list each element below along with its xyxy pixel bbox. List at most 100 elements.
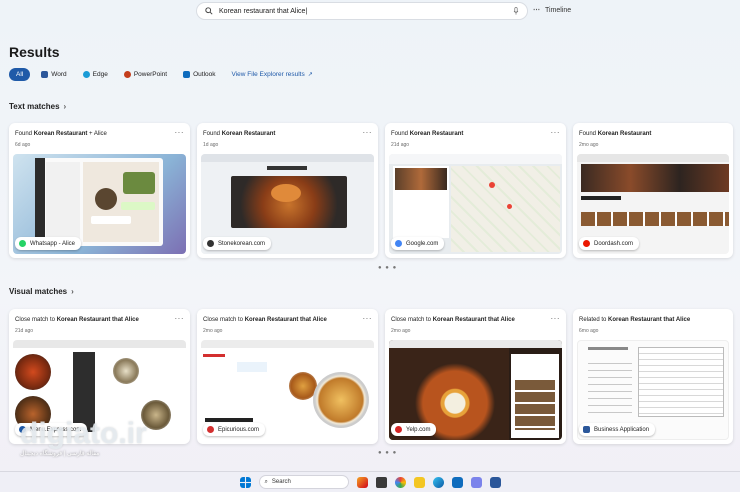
link-label: View File Explorer results: [231, 71, 305, 78]
epicurious-icon: [207, 426, 214, 433]
filter-edge[interactable]: Edge: [78, 69, 113, 80]
filter-label: Edge: [92, 71, 108, 78]
card-date: 1d ago: [203, 142, 219, 148]
yelp-icon: [395, 426, 402, 433]
card-date: 21d ago: [391, 142, 410, 148]
search-bar[interactable]: Korean restaurant that Alice|: [196, 2, 528, 20]
filter-label: All: [16, 71, 24, 78]
search-input[interactable]: Korean restaurant that Alice|: [219, 8, 513, 15]
result-card[interactable]: Related to Korean Restaurant that Alice …: [573, 309, 733, 444]
filter-outlook[interactable]: Outlook: [178, 69, 220, 80]
source-label: Epicurious.com: [218, 426, 260, 433]
widgets-icon[interactable]: [356, 476, 368, 488]
timeline-button[interactable]: ⋯ Timeline: [533, 6, 572, 15]
watermark-tagline: مقاله فارسی | فروشگاه دیجیتال: [20, 451, 100, 457]
powerpoint-icon: [123, 71, 131, 78]
filter-word[interactable]: Word: [36, 69, 71, 80]
card-title: Found Korean Restaurant: [579, 131, 652, 137]
edge-icon: [82, 71, 90, 78]
card-title: Close match to Korean Restaurant that Al…: [15, 317, 139, 323]
result-card[interactable]: Close match to Korean Restaurant that Al…: [197, 309, 378, 444]
filter-label: Outlook: [193, 71, 216, 78]
card-title: Close match to Korean Restaurant that Al…: [203, 317, 327, 323]
word-icon[interactable]: [489, 476, 501, 488]
doordash-icon: [583, 240, 590, 247]
more-options-icon[interactable]: ···: [175, 129, 185, 137]
view-file-explorer-link[interactable]: View File Explorer results ↗: [227, 69, 318, 80]
more-dots-icon: ⋯: [533, 7, 541, 14]
website-icon: [207, 240, 214, 247]
source-pill[interactable]: Yelp.com: [391, 423, 437, 436]
page-title: Results: [9, 44, 60, 60]
card-date: 2mo ago: [579, 142, 599, 148]
chevron-right-icon: ›: [71, 287, 74, 296]
card-date: 2mo ago: [391, 328, 411, 334]
more-options-icon[interactable]: ···: [551, 129, 561, 137]
whatsapp-icon: [19, 240, 26, 247]
taskbar-search[interactable]: ⌕ Search: [258, 475, 349, 489]
more-options-icon[interactable]: ···: [363, 315, 373, 323]
result-card[interactable]: Found Korean Restaurant 1d ago ··· Stone…: [197, 123, 378, 258]
outlook-icon: [183, 71, 191, 78]
card-title: Close match to Korean Restaurant that Al…: [391, 317, 515, 323]
microphone-icon[interactable]: [513, 7, 519, 15]
teams-icon[interactable]: [470, 476, 482, 488]
external-link-icon: ↗: [307, 72, 313, 78]
search-icon: ⌕: [264, 478, 268, 485]
source-label: Business Application: [594, 426, 650, 433]
source-pill[interactable]: Business Application: [579, 423, 656, 436]
source-pill[interactable]: Whatsapp - Alice: [15, 237, 82, 250]
task-view-icon[interactable]: [375, 476, 387, 488]
search-icon: [205, 7, 213, 15]
filter-bar: All Word Edge PowerPoint Outlook View Fi…: [9, 68, 318, 81]
pagination-dots[interactable]: ● ● ●: [378, 265, 397, 271]
filter-label: PowerPoint: [133, 71, 168, 78]
result-card[interactable]: Found Korean Restaurant 2mo ago Doordash…: [573, 123, 733, 258]
source-label: Google.com: [406, 240, 439, 247]
windows-start-icon[interactable]: [239, 476, 251, 488]
edge-icon[interactable]: [432, 476, 444, 488]
card-date: 6mo ago: [579, 328, 599, 334]
more-options-icon[interactable]: ···: [175, 315, 185, 323]
card-title: Related to Korean Restaurant that Alice: [579, 317, 691, 323]
filter-powerpoint[interactable]: PowerPoint: [119, 69, 172, 80]
digiato-watermark: digiato.ir مقاله فارسی | فروشگاه دیجیتال: [20, 417, 147, 458]
card-title: Found Korean Restaurant + Alice: [15, 131, 107, 137]
result-card[interactable]: Found Korean Restaurant 21d ago ··· Goog…: [385, 123, 566, 258]
section-title: Text matches: [9, 102, 60, 111]
more-options-icon[interactable]: ···: [551, 315, 561, 323]
filter-label: Word: [51, 71, 67, 78]
source-label: Whatsapp - Alice: [30, 240, 76, 247]
source-pill[interactable]: Epicurious.com: [203, 423, 266, 436]
source-label: Doordash.com: [594, 240, 634, 247]
more-options-icon[interactable]: ···: [363, 129, 373, 137]
file-explorer-icon[interactable]: [413, 476, 425, 488]
result-card[interactable]: Found Korean Restaurant + Alice 6d ago ·…: [9, 123, 190, 258]
chrome-icon[interactable]: [394, 476, 406, 488]
card-title: Found Korean Restaurant: [391, 131, 464, 137]
section-title: Visual matches: [9, 287, 68, 296]
text-matches-row: Found Korean Restaurant + Alice 6d ago ·…: [9, 123, 733, 258]
chevron-right-icon: ›: [63, 102, 67, 111]
card-date: 2mo ago: [203, 328, 223, 334]
source-pill[interactable]: Stonekorean.com: [203, 237, 272, 250]
source-pill[interactable]: Google.com: [391, 237, 445, 250]
text-matches-heading[interactable]: Text matches ›: [9, 102, 66, 111]
visual-matches-heading[interactable]: Visual matches ›: [9, 287, 74, 296]
taskbar: ⌕ Search: [0, 471, 740, 492]
card-date: 21d ago: [15, 328, 34, 334]
location-pin-icon: [395, 240, 402, 247]
word-icon: [41, 71, 49, 78]
taskbar-search-label: Search: [271, 479, 291, 485]
pagination-dots[interactable]: ● ● ●: [378, 450, 397, 456]
result-card[interactable]: Close match to Korean Restaurant that Al…: [385, 309, 566, 444]
card-date: 6d ago: [15, 142, 31, 148]
watermark-logo: digiato.ir: [20, 417, 147, 450]
source-label: Stonekorean.com: [218, 240, 266, 247]
timeline-label: Timeline: [545, 6, 572, 14]
outlook-icon[interactable]: [451, 476, 463, 488]
source-pill[interactable]: Doordash.com: [579, 237, 640, 250]
filter-all[interactable]: All: [9, 68, 31, 81]
document-icon: [583, 426, 590, 433]
source-label: Yelp.com: [406, 426, 431, 433]
